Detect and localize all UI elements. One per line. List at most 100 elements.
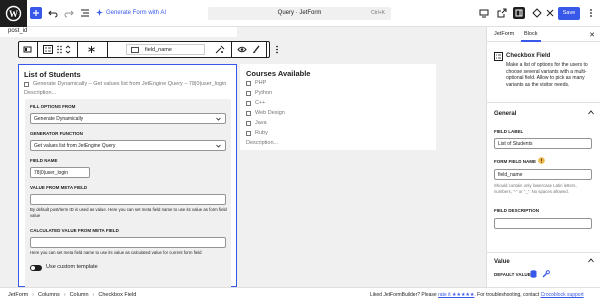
dynamic-option-label: Generate Dynamically – Get values list f… — [33, 81, 227, 87]
generate-form-ai-button[interactable]: Generate Form with AI — [96, 9, 166, 16]
breadcrumb-separator: › — [32, 292, 35, 298]
troubleshoot-text: . For troubleshooting, contact — [474, 292, 540, 298]
block-toolbar: field_name — [18, 41, 278, 58]
course-option: Ruby — [255, 130, 268, 136]
wrench-icon[interactable] — [542, 270, 550, 278]
block-inserter-icon[interactable] — [531, 7, 543, 19]
form-field-name-input[interactable]: field_name — [494, 169, 592, 180]
liked-text: Liked JetFormBuilder? Please — [370, 292, 437, 298]
course-checkbox[interactable] — [246, 91, 251, 96]
breadcrumb-item[interactable]: JetForm — [8, 292, 28, 298]
course-checkbox[interactable] — [246, 101, 251, 106]
post-id-block[interactable]: post_id — [0, 27, 237, 37]
close-icon[interactable]: ✕ — [589, 31, 595, 39]
field-name-value: 78|0|user_login — [34, 170, 69, 176]
chevron-up-icon[interactable] — [588, 258, 594, 263]
redo-icon[interactable] — [63, 7, 75, 19]
course-checkbox[interactable] — [246, 131, 251, 136]
meta-field-label: VALUE FROM META FIELD — [30, 185, 88, 190]
form-field-name-caption: FORM FIELD NAME — [494, 159, 536, 164]
fill-options-value: Generate Dynamically — [34, 116, 84, 122]
field-name-input[interactable]: 78|0|user_login — [30, 167, 90, 178]
checkbox-block-icon — [494, 52, 503, 61]
list-view-icon[interactable] — [79, 7, 91, 19]
checkbox-field-block[interactable]: List of Students Generate Dynamically – … — [18, 64, 237, 288]
breadcrumb-separator: › — [63, 292, 66, 298]
block-field-name-input[interactable]: field_name — [126, 44, 205, 55]
generator-value: Get values list from JetEngine Query — [34, 143, 116, 149]
breadcrumb-item[interactable]: Columns — [38, 292, 60, 298]
support-link[interactable]: Crocoblock support — [541, 292, 584, 298]
move-up-down-icon[interactable] — [65, 44, 71, 55]
generate-form-ai-label: Generate Form with AI — [106, 9, 167, 16]
value-panel-title[interactable]: Value — [494, 259, 510, 265]
toolbar-separator — [107, 42, 108, 57]
fill-options-label: FILL OPTIONS FROM — [30, 104, 76, 109]
custom-template-toggle[interactable] — [30, 265, 42, 271]
courses-description[interactable]: Description... — [246, 140, 278, 146]
course-checkbox[interactable] — [246, 111, 251, 116]
custom-template-label: Use custom template — [46, 264, 98, 270]
drag-handle-icon[interactable] — [57, 45, 62, 54]
add-block-button[interactable] — [30, 7, 42, 19]
visibility-eye-icon[interactable] — [237, 45, 247, 54]
value-panel: Value DEFAULT VALUE — [487, 252, 600, 287]
command-palette-bar[interactable]: Query · JetForm Ctrl+K — [208, 7, 391, 20]
tab-block[interactable]: Block — [524, 31, 537, 37]
default-value-caption: DEFAULT VALUE — [494, 272, 531, 277]
tab-jetform[interactable]: JetForm — [494, 31, 514, 37]
form-field-name-value: field_name — [498, 172, 523, 178]
style-brush-icon[interactable] — [252, 45, 261, 54]
breadcrumb: JetForm › Columns › Column › Checkbox Fi… — [8, 292, 136, 298]
block-options-icon[interactable] — [275, 45, 279, 54]
view-external-icon[interactable] — [496, 7, 508, 19]
field-settings-box: FILL OPTIONS FROM Generate Dynamically G… — [25, 99, 231, 288]
field-description-input[interactable] — [494, 218, 592, 229]
breadcrumb-item[interactable]: Checkbox Field — [98, 292, 136, 298]
course-option: Web Design — [255, 110, 285, 116]
meta-field-input[interactable] — [30, 194, 226, 205]
meta-field-help: By default post/term ID is used as value… — [30, 207, 227, 218]
form-field-name-help: Should contain only lowercase Latin lett… — [494, 183, 577, 194]
field-title[interactable]: List of Students — [24, 70, 81, 79]
course-checkbox[interactable] — [246, 121, 251, 126]
breadcrumb-item[interactable]: Column — [70, 292, 89, 298]
settings-sidebar-icon[interactable] — [513, 7, 525, 19]
general-panel-title[interactable]: General — [494, 111, 516, 117]
block-field-name-value: field_name — [145, 47, 172, 53]
calc-value-input[interactable] — [30, 237, 226, 248]
rate-link[interactable]: rate it ★★★★★ — [438, 292, 474, 298]
save-button[interactable]: Save — [558, 7, 580, 20]
fill-options-select[interactable]: Generate Dynamically — [30, 113, 226, 124]
sparkle-icon — [96, 9, 103, 16]
field-description-caption: FIELD DESCRIPTION — [494, 208, 540, 213]
jetform-settings-icon[interactable] — [544, 7, 556, 19]
checkbox-block-icon[interactable] — [43, 45, 53, 54]
description-placeholder[interactable]: Description... — [24, 90, 56, 96]
conditional-logic-icon[interactable] — [215, 45, 225, 54]
database-icon[interactable] — [530, 270, 537, 278]
command-shortcut: Ctrl+K — [370, 10, 385, 16]
wordpress-logo-icon[interactable]: W — [0, 0, 27, 27]
undo-icon[interactable] — [47, 7, 59, 19]
block-description: Make a list of options for the users to … — [506, 62, 588, 88]
more-options-icon[interactable] — [585, 7, 597, 19]
sidebar-tabs: JetForm Block ✕ — [487, 27, 600, 42]
status-bar: JetForm › Columns › Column › Checkbox Fi… — [0, 287, 600, 301]
desktop-preview-icon[interactable] — [478, 7, 490, 19]
generator-select[interactable]: Get values list from JetEngine Query — [30, 140, 226, 151]
course-checkbox[interactable] — [246, 81, 251, 86]
svg-text:W: W — [9, 9, 18, 19]
footer-notice: Liked JetFormBuilder? Please rate it ★★★… — [370, 292, 584, 298]
calc-value-label: CALCULATED VALUE FROM META FIELD — [30, 228, 119, 233]
field-label-input[interactable]: List of Students — [494, 138, 592, 149]
sidebar-toggle-icon[interactable] — [23, 45, 32, 54]
course-option: C++ — [255, 100, 266, 106]
dynamic-option-checkbox[interactable] — [24, 82, 29, 87]
editor-header: W Generate Form with AI Query · JetForm … — [0, 0, 600, 27]
asterisk-required-icon[interactable] — [87, 45, 96, 54]
courses-checkbox-block[interactable]: Courses Available PHP Python C++ Web Des… — [240, 64, 436, 150]
courses-title[interactable]: Courses Available — [246, 69, 310, 78]
chevron-up-icon[interactable] — [588, 110, 594, 115]
calc-value-help: Here you can set meta field name to use … — [30, 250, 202, 255]
